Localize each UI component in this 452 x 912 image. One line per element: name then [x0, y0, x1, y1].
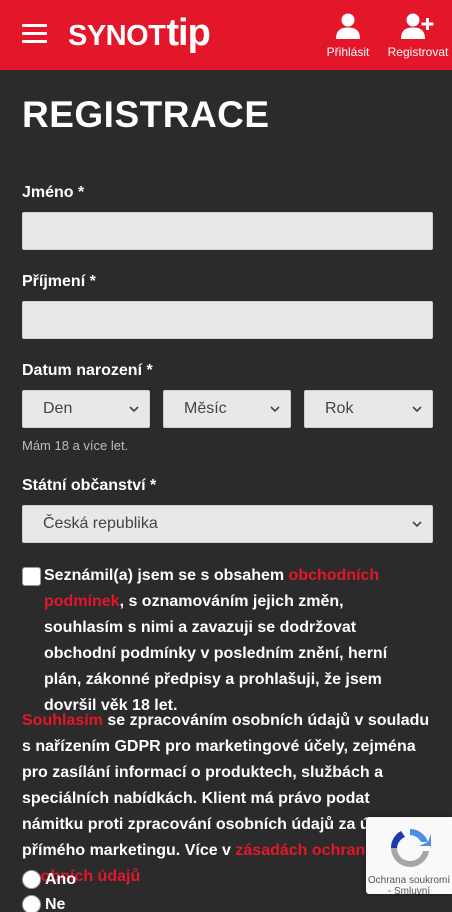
year-select[interactable]: Rok	[304, 390, 433, 428]
recaptcha-icon	[390, 829, 431, 868]
radio-no[interactable]: Ne	[22, 895, 65, 912]
recaptcha-text: Ochrana soukromí - Smluvní	[366, 875, 452, 894]
top-bar: SYNOT tip Přihlásit Registrovat	[0, 0, 452, 70]
synottip-logo[interactable]: SYNOT tip	[68, 12, 211, 56]
first-name-label: Jméno *	[22, 184, 85, 201]
user-icon	[336, 13, 360, 39]
recaptcha-badge[interactable]: Ochrana soukromí - Smluvní	[366, 817, 452, 894]
month-select[interactable]: Měsíc	[163, 390, 291, 428]
radio-no-circle[interactable]	[22, 895, 41, 912]
login-label: Přihlásit	[326, 45, 370, 59]
citizenship-label: Státní občanství *	[22, 477, 157, 494]
birth-date-label: Datum narození *	[22, 362, 153, 379]
recaptcha-line1[interactable]: Ochrana soukromí	[366, 875, 452, 886]
citizenship-select-value: Česká republika	[43, 515, 158, 532]
logo-tip: tip	[166, 12, 210, 54]
year-select-value: Rok	[325, 400, 354, 417]
logo-synot: SYNOT	[68, 20, 166, 52]
day-select-value: Den	[43, 400, 73, 417]
user-plus-icon	[401, 13, 434, 39]
recaptcha-line2[interactable]: - Smluvní	[366, 886, 452, 894]
register-button[interactable]: Registrovat	[387, 12, 449, 62]
hamburger-icon[interactable]	[22, 24, 47, 44]
terms-checkbox[interactable]	[22, 567, 41, 586]
age-hint: Mám 18 a více let.	[22, 438, 129, 453]
chevron-down-icon	[129, 406, 139, 413]
day-select[interactable]: Den	[22, 390, 150, 428]
chevron-down-icon	[412, 521, 422, 528]
last-name-label: Příjmení *	[22, 273, 96, 290]
terms-text: Seznámil(a) jsem se s obsahem obchodních…	[44, 563, 424, 719]
gdpr-consent-link[interactable]: Souhlasím	[22, 712, 103, 729]
page-title: REGISTRACE	[22, 94, 270, 135]
radio-yes-circle[interactable]	[22, 870, 41, 889]
chevron-down-icon	[412, 406, 422, 413]
radio-no-label: Ne	[45, 895, 66, 912]
radio-yes[interactable]: Ano	[22, 870, 76, 889]
chevron-down-icon	[270, 406, 280, 413]
month-select-value: Měsíc	[184, 400, 227, 417]
first-name-field[interactable]	[22, 212, 433, 250]
register-label: Registrovat	[387, 45, 449, 59]
login-button[interactable]: Přihlásit	[325, 12, 371, 62]
terms-suffix: , s oznamováním jejich změn, souhlasím s…	[44, 593, 388, 714]
terms-prefix: Seznámil(a) jsem se s obsahem	[44, 567, 289, 584]
last-name-field[interactable]	[22, 301, 433, 339]
citizenship-select[interactable]: Česká republika	[22, 505, 433, 543]
radio-yes-label: Ano	[45, 870, 77, 888]
